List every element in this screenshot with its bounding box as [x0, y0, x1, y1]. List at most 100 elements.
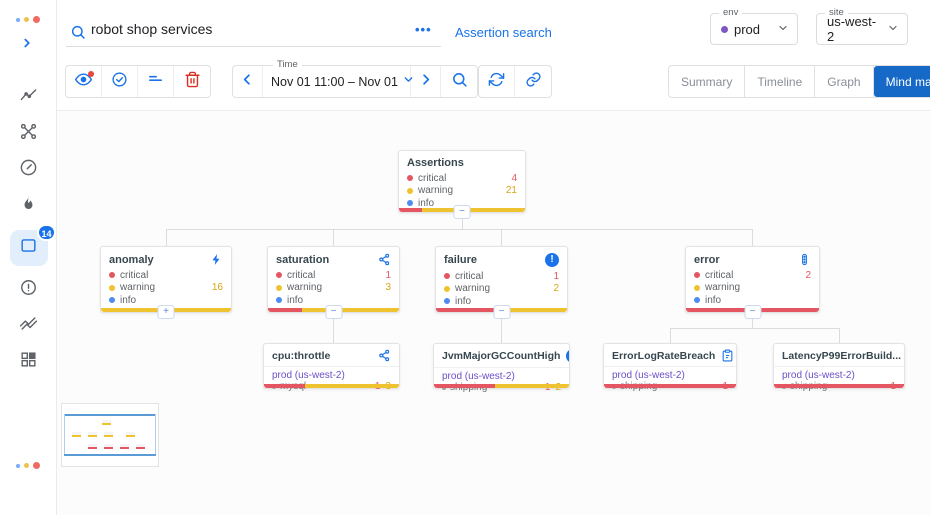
node-env: prod (us-west-2) [434, 368, 569, 382]
dashboard-grid-icon [19, 350, 38, 374]
node-assertions[interactable]: Assertions critical4 warning21 info − [398, 150, 526, 213]
env-dot-icon [721, 26, 728, 33]
row-count: 2 [805, 270, 811, 281]
sidebar-item-slo[interactable] [12, 314, 46, 338]
flame-icon [19, 194, 38, 218]
collapse-button[interactable]: − [454, 205, 471, 219]
time-picker-label: Time [273, 59, 302, 70]
node-jvm-major-gc-count-high[interactable]: JvmMajorGCCountHigh ! prod (us-west-2) s… [433, 343, 570, 389]
minimap-node [72, 432, 81, 437]
window-dots-bottom [16, 462, 40, 469]
node-error[interactable]: error critical2 warning info − [685, 246, 820, 313]
time-prev-button[interactable] [233, 66, 263, 97]
sidebar-item-assertions[interactable]: 14 [10, 230, 48, 266]
node-failure[interactable]: failure ! critical1 warning2 info − [435, 246, 568, 313]
sidebar-item-entity-graph[interactable] [12, 122, 46, 146]
row-count: 3 [385, 282, 391, 293]
node-title: LatencyP99ErrorBuild... [782, 350, 901, 362]
connector [166, 229, 753, 230]
gauge-icon [19, 158, 38, 182]
connector [752, 229, 753, 246]
env-select-value: prod [734, 22, 760, 37]
connector [166, 229, 167, 246]
connector [839, 328, 840, 343]
node-cpu-throttle[interactable]: cpu:throttle prod (us-west-2) mysql 13 [263, 343, 400, 389]
row-label: critical [120, 270, 148, 281]
site-select-value: us-west-2 [827, 14, 881, 44]
sidebar-expand-chevron-icon[interactable] [20, 36, 34, 55]
assertion-search-link[interactable]: Assertion search [455, 25, 552, 40]
lightning-icon [210, 253, 223, 266]
row-label: warning [455, 283, 490, 294]
tab-graph[interactable]: Graph [815, 66, 873, 97]
minimap-node [88, 432, 97, 437]
env-select[interactable]: env prod [710, 13, 798, 45]
sidebar-item-gauge[interactable] [12, 158, 46, 182]
sidebar-item-trend[interactable] [12, 86, 46, 110]
critical-dot-icon [276, 272, 282, 278]
time-next-button[interactable] [411, 66, 441, 97]
row-count: 1 [385, 270, 391, 281]
sidebar-item-flame[interactable] [12, 194, 46, 218]
row-label: info [705, 295, 721, 306]
refresh-button[interactable] [479, 66, 515, 97]
time-zoom-button[interactable] [441, 66, 477, 97]
share-link-button[interactable] [515, 66, 551, 97]
mindmap-canvas[interactable]: Assertions critical4 warning21 info − an… [57, 110, 930, 515]
minimap-viewport-bottom [64, 454, 156, 456]
row-count: 2 [553, 283, 559, 294]
info-dot-icon [276, 297, 282, 303]
minimap-node [102, 420, 111, 425]
header: ••• Assertion search env prod site us-we… [57, 0, 930, 60]
chevron-left-icon [239, 71, 256, 93]
sort-button[interactable] [138, 66, 174, 97]
exclamation-circle-icon: ! [566, 349, 569, 363]
node-anomaly[interactable]: anomaly critical warning16 info + [100, 246, 232, 313]
search-input[interactable] [91, 21, 391, 37]
magnifier-icon [451, 71, 468, 93]
sidebar-item-alerts[interactable] [12, 278, 46, 302]
info-dot-icon [444, 298, 450, 304]
visibility-toggle-button[interactable] [66, 66, 102, 97]
info-dot-icon [109, 297, 115, 303]
row-label: critical [705, 270, 733, 281]
minimap-viewport-top [64, 414, 156, 416]
node-title: ErrorLogRateBreach [612, 350, 715, 362]
collapse-button[interactable]: − [493, 305, 510, 319]
collapse-button[interactable]: − [325, 305, 342, 319]
refresh-icon [488, 71, 505, 93]
search-options-icon[interactable]: ••• [415, 22, 432, 37]
connector [670, 328, 839, 329]
sort-lines-icon [147, 71, 164, 93]
node-title: error [694, 254, 720, 266]
row-count: 1 [553, 271, 559, 282]
time-range-picker[interactable]: Time Nov 01 11:00 – Nov 01 [263, 66, 411, 97]
node-latency-p99-error-build[interactable]: LatencyP99ErrorBuild... prod (us-west-2)… [773, 343, 905, 389]
log-clipboard-icon [721, 349, 734, 362]
site-select[interactable]: site us-west-2 [816, 13, 908, 45]
row-label: info [120, 295, 136, 306]
delete-button[interactable] [174, 66, 210, 97]
connector [670, 328, 671, 343]
collapse-button[interactable]: − [744, 305, 761, 319]
row-label: warning [418, 185, 453, 196]
verified-filter-button[interactable] [102, 66, 138, 97]
row-label: warning [287, 282, 322, 293]
warning-dot-icon [444, 286, 450, 292]
tab-mind-map[interactable]: Mind map [874, 66, 930, 97]
minimap-viewport-right [155, 414, 156, 454]
site-select-label: site [825, 7, 848, 18]
search-icon [70, 24, 86, 45]
minimap[interactable] [61, 403, 159, 467]
sidebar-item-dashboards[interactable] [12, 350, 46, 374]
node-saturation[interactable]: saturation critical1 warning3 info − [267, 246, 400, 313]
node-error-log-rate-breach[interactable]: ErrorLogRateBreach prod (us-west-2) ship… [603, 343, 737, 389]
tab-summary[interactable]: Summary [669, 66, 745, 97]
node-env: prod (us-west-2) [774, 367, 904, 381]
assertions-grid-icon [19, 236, 38, 260]
minimap-node [126, 432, 135, 437]
expand-button[interactable]: + [158, 305, 175, 319]
row-label: warning [705, 282, 740, 293]
row-count: 4 [511, 173, 517, 184]
tab-timeline[interactable]: Timeline [745, 66, 815, 97]
